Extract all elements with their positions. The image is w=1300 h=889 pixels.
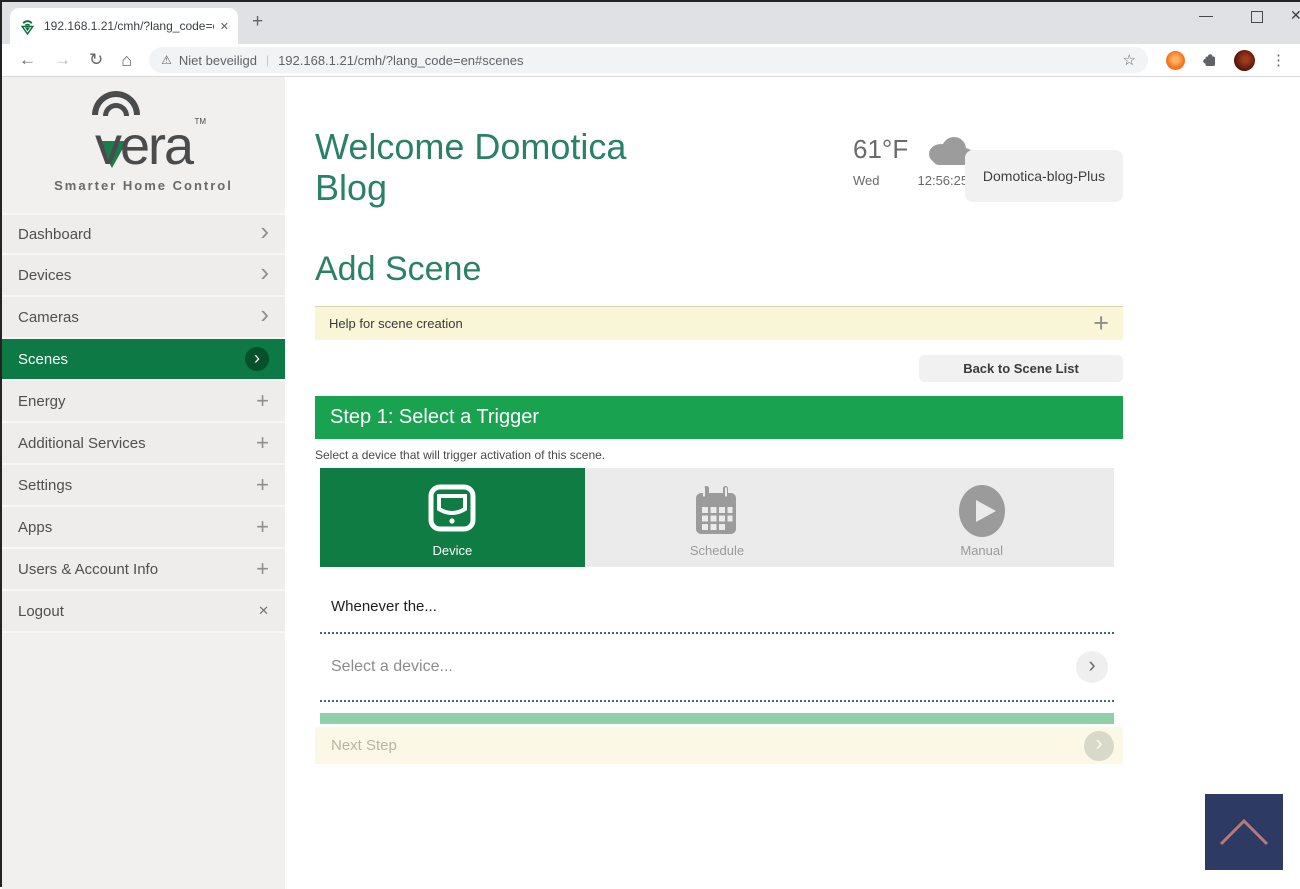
clock-time: 12:56:25 (918, 173, 969, 188)
window-maximize-button[interactable] (1251, 11, 1263, 23)
sidebar-item-settings[interactable]: Settings + (2, 465, 285, 507)
sidebar: vera TM Smarter Home Control Dashboard ›… (2, 77, 285, 889)
weekday-label: Wed (853, 173, 880, 188)
device-icon (423, 484, 481, 536)
sidebar-item-devices[interactable]: Devices › (2, 255, 285, 297)
plus-icon: + (256, 430, 269, 456)
back-to-scene-list-button[interactable]: Back to Scene List (919, 355, 1123, 382)
extensions-puzzle-icon[interactable] (1201, 52, 1218, 69)
browser-tab[interactable]: 192.168.1.21/cmh/?lang_code=e ✕ (10, 8, 238, 44)
logo-tagline: Smarter Home Control (54, 178, 233, 193)
dotted-divider (320, 700, 1114, 702)
device-select-placeholder: Select a device... (331, 658, 453, 676)
next-step-label: Next Step (331, 737, 397, 754)
welcome-heading: Welcome Domotica Blog (315, 77, 705, 208)
extension-icon-orange[interactable] (1166, 51, 1185, 70)
refresh-icon[interactable]: ↻ (89, 50, 103, 70)
vera-logo: vera TM Smarter Home Control (2, 77, 285, 213)
weather-widget: 61°F (853, 132, 976, 166)
chevron-right-icon[interactable]: › (1076, 651, 1108, 683)
sidebar-item-label: Cameras (18, 309, 79, 326)
browser-tab-strip: 192.168.1.21/cmh/?lang_code=e ✕ + — ✕ (2, 2, 1300, 44)
window-close-button[interactable]: ✕ (1290, 7, 1300, 24)
sidebar-item-dashboard[interactable]: Dashboard › (2, 213, 285, 255)
trigger-tab-manual[interactable]: Manual (849, 468, 1114, 567)
step-header-label: Step 1: Select a Trigger (330, 406, 539, 429)
trigger-tab-device[interactable]: Device (320, 468, 585, 567)
address-bar[interactable]: ⚠ Niet beveiligd | 192.168.1.21/cmh/?lan… (149, 47, 1148, 73)
back-icon[interactable]: ← (19, 50, 36, 70)
browser-toolbar: ← → ↻ ⌂ ⚠ Niet beveiligd | 192.168.1.21/… (2, 44, 1300, 77)
trigger-tab-label: Device (432, 543, 472, 558)
sidebar-item-label: Apps (18, 519, 52, 536)
url-divider: | (266, 53, 269, 67)
sidebar-item-additional-services[interactable]: Additional Services + (2, 423, 285, 465)
chevron-up-icon (1205, 794, 1283, 870)
profile-avatar[interactable] (1234, 50, 1255, 71)
plus-icon: + (256, 472, 269, 498)
sidebar-menu: Dashboard › Devices › Cameras › Scenes ›… (2, 213, 285, 633)
trigger-tab-label: Manual (960, 543, 1003, 558)
main-content: Welcome Domotica Blog 61°F Wed 12:56:25 … (285, 77, 1300, 889)
progress-bar (320, 713, 1114, 724)
tab-title: 192.168.1.21/cmh/?lang_code=e (44, 19, 214, 33)
home-icon[interactable]: ⌂ (121, 50, 132, 71)
help-bar-label: Help for scene creation (329, 316, 463, 331)
schedule-calendar-icon (692, 484, 742, 538)
url-text: 192.168.1.21/cmh/?lang_code=en#scenes (278, 53, 523, 68)
sidebar-item-cameras[interactable]: Cameras › (2, 297, 285, 339)
controller-select-button[interactable]: Domotica-blog-Plus (965, 150, 1123, 202)
help-bar[interactable]: Help for scene creation + (315, 306, 1123, 340)
page-header: Welcome Domotica Blog 61°F Wed 12:56:25 … (315, 77, 1123, 234)
browser-menu-icon[interactable]: ⋮ (1271, 51, 1286, 69)
sidebar-item-label: Settings (18, 477, 72, 494)
sidebar-item-label: Scenes (18, 351, 68, 368)
bookmark-star-icon[interactable]: ☆ (1123, 51, 1136, 69)
plus-icon: + (256, 388, 269, 414)
vera-favicon (19, 18, 36, 35)
trigger-tab-label: Schedule (690, 543, 744, 558)
plus-icon: + (256, 556, 269, 582)
next-step-button[interactable]: Next Step › (315, 727, 1123, 764)
sidebar-item-energy[interactable]: Energy + (2, 381, 285, 423)
logo-brand-text: vera (95, 116, 192, 176)
window-minimize-button[interactable]: — (1199, 7, 1213, 23)
chevron-right-icon: › (260, 305, 269, 329)
chevron-right-icon: › (260, 263, 269, 287)
new-tab-button[interactable]: + (252, 11, 263, 33)
chevron-right-circle-icon: › (245, 347, 269, 371)
temperature-value: 61°F (853, 134, 908, 165)
sidebar-item-label: Devices (18, 267, 71, 284)
sidebar-item-users-account-info[interactable]: Users & Account Info + (2, 549, 285, 591)
chevron-right-icon: › (260, 222, 269, 246)
close-icon: ✕ (258, 603, 269, 619)
plus-icon: + (256, 514, 269, 540)
sidebar-item-label: Logout (18, 603, 64, 620)
step-header: Step 1: Select a Trigger (315, 396, 1123, 439)
sidebar-item-label: Users & Account Info (18, 561, 158, 578)
manual-play-icon (955, 484, 1009, 538)
device-select-row[interactable]: Select a device... › (320, 634, 1114, 700)
trigger-tab-schedule[interactable]: Schedule (585, 468, 850, 567)
trigger-type-tabs: Device Sched (320, 468, 1114, 567)
scroll-to-top-button[interactable] (1205, 794, 1283, 870)
sidebar-item-logout[interactable]: Logout ✕ (2, 591, 285, 633)
step-description: Select a device that will trigger activa… (315, 448, 1123, 462)
security-label: Niet beveiligd (179, 53, 257, 68)
help-expand-icon[interactable]: + (1093, 310, 1109, 337)
whenever-label: Whenever the... (315, 598, 1123, 615)
page-title: Add Scene (315, 250, 1123, 289)
sidebar-item-label: Additional Services (18, 435, 146, 452)
forward-icon: → (54, 50, 71, 70)
sidebar-item-label: Dashboard (18, 226, 91, 243)
sidebar-item-scenes[interactable]: Scenes › (2, 339, 285, 381)
sidebar-item-label: Energy (18, 393, 66, 410)
logo-trademark: TM (194, 117, 206, 126)
not-secure-warning-icon: ⚠ (161, 53, 172, 67)
tab-close-icon[interactable]: ✕ (220, 20, 229, 33)
sidebar-item-apps[interactable]: Apps + (2, 507, 285, 549)
chevron-right-icon: › (1084, 731, 1114, 761)
